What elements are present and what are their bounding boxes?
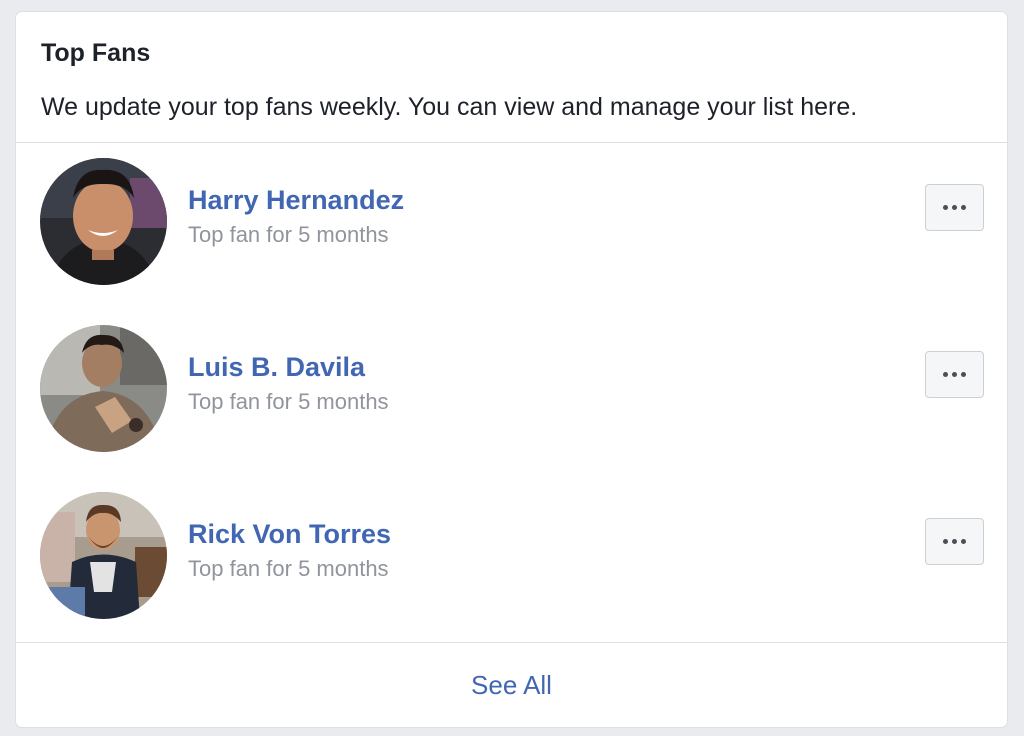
card-subtitle: We update your top fans weekly. You can … <box>41 93 858 121</box>
more-options-button[interactable] <box>925 184 984 231</box>
avatar[interactable] <box>40 158 167 285</box>
top-fans-card: Top Fans We update your top fans weekly.… <box>15 11 1008 728</box>
fan-name[interactable]: Rick Von Torres <box>188 518 391 550</box>
fan-tenure: Top fan for 5 months <box>188 556 389 581</box>
more-options-button[interactable] <box>925 518 984 565</box>
fan-name[interactable]: Luis B. Davila <box>188 351 365 383</box>
list-item: Rick Von Torres Top fan for 5 months <box>16 477 1007 643</box>
fan-tenure: Top fan for 5 months <box>188 389 389 414</box>
more-options-icon <box>943 539 966 544</box>
list-item: Harry Hernandez Top fan for 5 months <box>16 143 1007 309</box>
fan-tenure: Top fan for 5 months <box>188 222 389 247</box>
more-options-button[interactable] <box>925 351 984 398</box>
avatar[interactable] <box>40 492 167 619</box>
more-options-icon <box>943 205 966 210</box>
card-title: Top Fans <box>41 39 151 67</box>
fan-list: Harry Hernandez Top fan for 5 months Lui… <box>16 143 1007 644</box>
fan-name[interactable]: Harry Hernandez <box>188 184 404 216</box>
avatar[interactable] <box>40 325 167 452</box>
list-item: Luis B. Davila Top fan for 5 months <box>16 310 1007 476</box>
see-all-link[interactable]: See All <box>471 670 552 701</box>
card-footer: See All <box>16 642 1007 727</box>
more-options-icon <box>943 372 966 377</box>
card-header: Top Fans We update your top fans weekly.… <box>16 12 1007 143</box>
